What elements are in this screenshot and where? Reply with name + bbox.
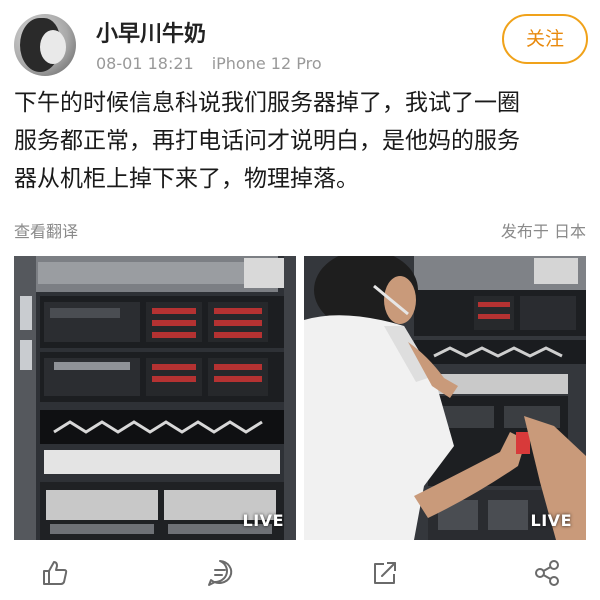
post-meta: 08-01 18:21 iPhone 12 Pro [96, 54, 322, 73]
photo-server-rack[interactable]: LIVE [14, 256, 296, 540]
published-location: 发布于 日本 [500, 222, 586, 241]
post-date: 08-01 18:21 [96, 54, 194, 73]
weibo-post-page: 小早川牛奶 08-01 18:21 iPhone 12 Pro 关注 下午的时候信… [0, 0, 600, 600]
post-text: 下午的时候信息科说我们服务器掉了，我试了一圈 服务都正常，再打电话问才说明白，是… [14, 84, 586, 198]
repost-button[interactable] [370, 558, 400, 588]
comment-button[interactable] [205, 558, 235, 588]
avatar-face-shape [40, 30, 66, 64]
post-text-line: 器从机柜上掉下来了，物理掉落。 [14, 166, 359, 192]
photo-person-fixing-server[interactable]: LIVE [304, 256, 586, 540]
person-fixing-server-image [304, 256, 586, 540]
live-badge: LIVE [242, 511, 284, 530]
avatar[interactable] [14, 14, 76, 76]
share-icon [535, 560, 559, 586]
share-button[interactable] [532, 558, 562, 588]
like-icon [43, 561, 68, 585]
username[interactable]: 小早川牛奶 [96, 16, 206, 48]
post-text-line: 服务都正常，再打电话问才说明白，是他妈的服务 [14, 128, 520, 154]
follow-button[interactable]: 关注 [502, 14, 588, 64]
post-device: iPhone 12 Pro [211, 54, 322, 73]
translate-link[interactable]: 查看翻译 [14, 218, 78, 242]
action-bar [0, 548, 600, 600]
repost-icon [374, 562, 396, 584]
like-button[interactable] [40, 558, 70, 588]
live-badge: LIVE [530, 511, 572, 530]
comment-icon [208, 560, 233, 586]
post-text-line: 下午的时候信息科说我们服务器掉了，我试了一圈 [14, 90, 520, 116]
server-rack-image [14, 256, 296, 540]
